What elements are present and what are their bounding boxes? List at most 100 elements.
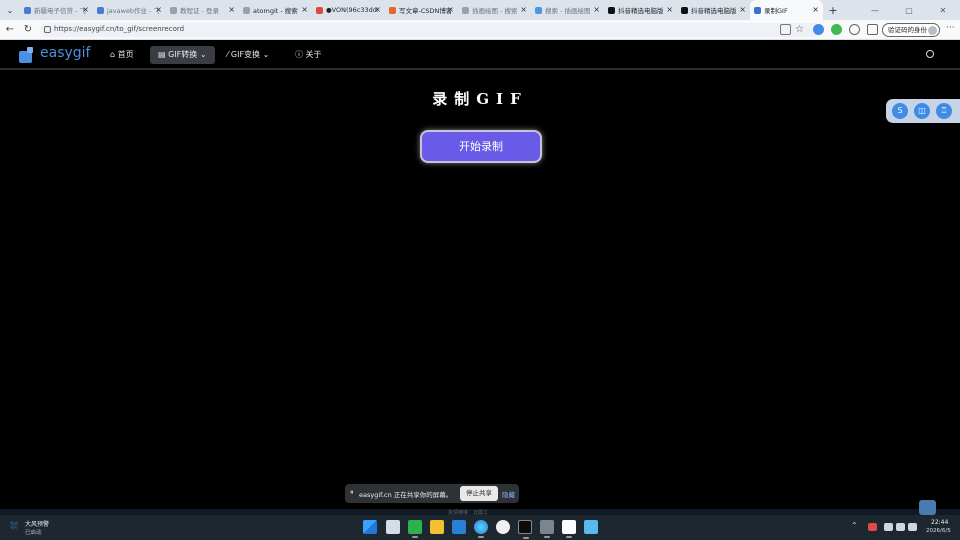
browser-tab[interactable]: 写文章-CSDN博客 × xyxy=(385,0,458,20)
drive-app-icon[interactable] xyxy=(540,520,554,538)
weather-alert-status: 已启动 xyxy=(25,530,42,536)
profile-button[interactable]: 验证码的身份 xyxy=(882,23,940,37)
tab-close-icon[interactable]: × xyxy=(739,5,746,15)
window-controls: — ▢ ✕ xyxy=(858,0,960,20)
tab-favicon-icon xyxy=(24,6,31,14)
floating-toolbar: S ◫ ♖ xyxy=(886,99,960,123)
address-bar-row: ← ↻ https://easygif.cn/to_gif/screenreco… xyxy=(0,20,960,40)
favorite-star-icon[interactable]: ☆ xyxy=(795,24,806,35)
mail-icon[interactable] xyxy=(919,500,936,515)
browser-tab-strip: ⌄ 新疆电子信贷 - 飞 × javaweb作业 - 飞 × 教程证 - 登录 × atom… xyxy=(0,0,960,20)
sogou-s-icon[interactable]: S xyxy=(892,103,908,119)
file-explorer-icon[interactable] xyxy=(430,520,444,534)
weather-alert-title[interactable]: 大风预警 xyxy=(25,519,49,528)
tab-close-icon[interactable]: × xyxy=(593,5,600,15)
home-icon: ⌂ xyxy=(110,50,116,59)
share-status-text: easygif.cn 正在共享你的屏幕。 xyxy=(359,491,453,499)
new-tab-button[interactable]: + xyxy=(823,4,843,17)
url-input[interactable]: https://easygif.cn/to_gif/screenrecord xyxy=(40,23,820,37)
terminal-icon[interactable] xyxy=(518,520,532,539)
browser-tab[interactable]: 抖音精选电脑版 × xyxy=(604,0,677,20)
tab-close-icon[interactable]: × xyxy=(520,5,527,15)
browser-tab[interactable]: atomgit - 搜索 × xyxy=(239,0,312,20)
browser-tab[interactable]: 搜索 - 插画绘图 × xyxy=(531,0,604,20)
tab-close-icon[interactable]: × xyxy=(228,5,235,15)
url-text: https://easygif.cn/to_gif/screenrecord xyxy=(54,25,185,33)
nav-gif-transform[interactable]: ⁄ GIF变换 ⌄ xyxy=(219,46,277,64)
tray-overflow-chevron-icon[interactable]: ⌃ xyxy=(851,521,858,530)
tab-favicon-icon xyxy=(316,6,323,14)
logo-text[interactable]: easygif xyxy=(40,45,90,61)
clock-date[interactable]: 2026/6/5 xyxy=(926,528,951,534)
qq-icon[interactable] xyxy=(496,520,510,534)
tab-favicon-icon xyxy=(243,6,250,14)
nav-gif-convert[interactable]: ▤ GIF转换 ⌄ xyxy=(150,46,215,64)
nav-about-label: 关于 xyxy=(305,50,322,59)
book-icon[interactable]: ◫ xyxy=(914,103,930,119)
clock-time[interactable]: 22:44 xyxy=(931,519,948,526)
tab-close-icon[interactable]: × xyxy=(374,5,381,15)
page-title: 录制GIF xyxy=(432,90,528,108)
nav-home[interactable]: ⌂ 首页 xyxy=(102,46,142,64)
shirt-icon[interactable]: ♖ xyxy=(936,103,952,119)
tab-favicon-icon xyxy=(170,6,177,14)
start-menu-icon[interactable] xyxy=(363,520,377,534)
tab-close-icon[interactable]: × xyxy=(155,5,162,15)
minimize-icon[interactable]: — xyxy=(858,6,892,15)
reload-icon[interactable]: ↻ xyxy=(21,23,35,37)
browser-tab[interactable]: 插画绘图 - 搜索 × xyxy=(458,0,531,20)
nav-gif-transform-label: GIF变换 xyxy=(230,50,261,59)
tab-label: 抖音精选电脑版 xyxy=(618,7,664,15)
start-recording-button[interactable]: 开始录制 xyxy=(420,130,542,163)
browser-tab[interactable]: javaweb作业 - 飞 × xyxy=(93,0,166,20)
more-options-icon[interactable]: ··· xyxy=(946,23,955,33)
tab-label: 新疆电子信贷 - 飞 xyxy=(34,7,86,15)
wechat-icon[interactable] xyxy=(408,520,422,538)
nav-home-label: 首页 xyxy=(117,50,134,59)
chevron-down-icon: ⌄ xyxy=(199,50,207,59)
battery-icon[interactable] xyxy=(908,523,917,531)
back-arrow-icon[interactable]: ← xyxy=(3,23,17,37)
task-view-icon[interactable] xyxy=(386,520,400,534)
extension-green-icon[interactable] xyxy=(831,24,842,35)
browser-tab[interactable]: 录制GIF × xyxy=(750,0,823,20)
volume-icon[interactable] xyxy=(896,523,905,531)
wifi-icon[interactable] xyxy=(884,523,893,531)
tab-favicon-icon xyxy=(389,6,396,14)
stop-sharing-button[interactable]: 停止共享 xyxy=(460,486,498,501)
tray-app-icon[interactable] xyxy=(868,523,877,531)
tab-close-icon[interactable]: × xyxy=(301,5,308,15)
tab-favicon-icon xyxy=(754,6,761,14)
browser-tab[interactable]: 新疆电子信贷 - 飞 × xyxy=(20,0,93,20)
theme-toggle-icon[interactable] xyxy=(926,50,934,58)
maximize-icon[interactable]: ▢ xyxy=(892,6,926,15)
lock-icon xyxy=(44,26,51,33)
tab-close-icon[interactable]: × xyxy=(666,5,673,15)
vscode-icon[interactable] xyxy=(452,520,466,534)
weather-icon[interactable]: ⛆ xyxy=(10,521,18,532)
extension-blue-icon[interactable] xyxy=(813,24,824,35)
tab-close-icon[interactable]: × xyxy=(447,5,454,15)
close-window-icon[interactable]: ✕ xyxy=(926,6,960,15)
wand-icon: ⁄ xyxy=(227,50,229,59)
screen-share-banner: ⏸ easygif.cn 正在共享你的屏幕。 停止共享 隐藏 xyxy=(345,484,519,503)
extensions-puzzle-icon[interactable] xyxy=(849,24,860,35)
tab-actions-chevron-icon[interactable]: ⌄ xyxy=(0,0,20,20)
feishu-icon[interactable] xyxy=(584,520,598,534)
browser-tab[interactable]: 抖音精选电脑版 × xyxy=(677,0,750,20)
tab-close-icon[interactable]: × xyxy=(812,5,819,15)
tab-close-icon[interactable]: × xyxy=(82,5,89,15)
typora-icon[interactable] xyxy=(562,520,576,538)
tab-favicon-icon xyxy=(97,6,104,14)
nav-gif-convert-label: GIF转换 xyxy=(168,50,198,59)
tab-favicon-icon xyxy=(535,6,542,14)
profile-label: 验证码的身份 xyxy=(888,26,927,34)
site-header xyxy=(0,40,960,70)
hide-banner-link[interactable]: 隐藏 xyxy=(502,489,515,499)
edge-browser-icon[interactable] xyxy=(474,520,488,538)
browser-tab[interactable]: ●VON(96c33dd3) × xyxy=(312,0,385,20)
reader-mode-icon[interactable] xyxy=(780,24,791,35)
browser-tab[interactable]: 教程证 - 登录 × xyxy=(166,0,239,20)
nav-about[interactable]: ⓘ 关于 xyxy=(287,46,330,64)
collections-icon[interactable] xyxy=(867,24,878,35)
